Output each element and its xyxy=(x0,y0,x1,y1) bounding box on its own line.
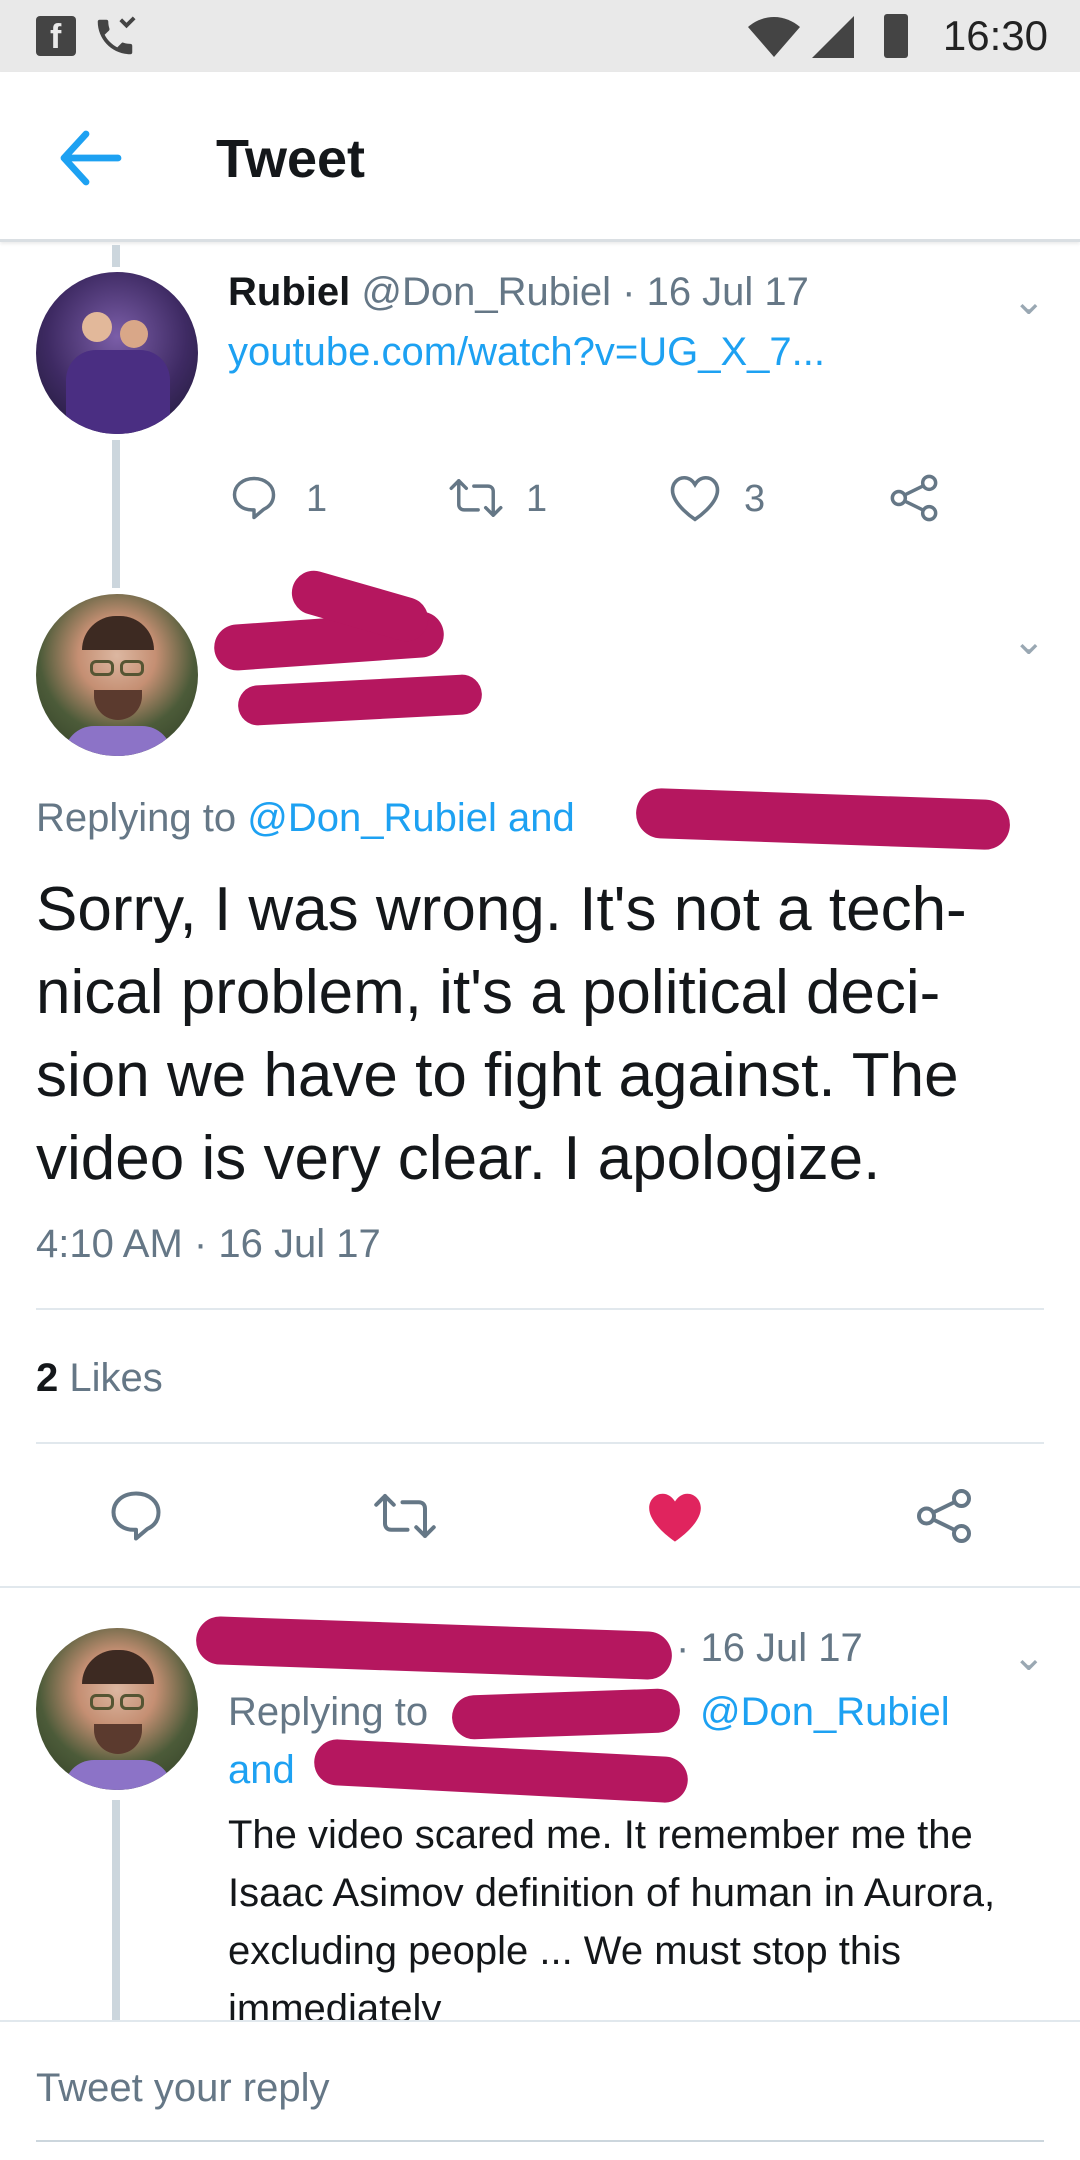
tweet-date: 16 Jul 17 xyxy=(700,1626,863,1670)
avatar[interactable] xyxy=(36,594,198,756)
divider xyxy=(36,1308,1044,1310)
status-time: 16:30 xyxy=(942,12,1048,59)
user-handle[interactable]: @Don_Rubiel xyxy=(361,270,611,314)
tweet-link[interactable]: youtube.com/watch?v=UG_X_7... xyxy=(228,330,825,375)
likes-label: Likes xyxy=(69,1356,163,1400)
separator-dot: · xyxy=(622,270,636,314)
heart-icon[interactable] xyxy=(668,472,722,524)
section-divider xyxy=(0,1586,1080,1588)
retweet-icon[interactable] xyxy=(448,472,504,524)
signal-icon xyxy=(812,16,854,58)
tweet-header: Rubiel @Don_Rubiel · 16 Jul 17 xyxy=(228,270,809,315)
status-bar: f 16:30 xyxy=(0,0,1080,72)
share-icon[interactable] xyxy=(914,1486,974,1546)
reply-input-underline xyxy=(36,2140,1044,2142)
avatar[interactable] xyxy=(36,1628,198,1790)
likes-count: 2 xyxy=(36,1356,59,1400)
replying-to-label: Replying to xyxy=(36,796,237,840)
avatar[interactable] xyxy=(36,272,198,434)
reply-input[interactable]: Tweet your reply xyxy=(36,2066,329,2111)
thread-line-parent xyxy=(112,440,120,588)
redacted-mention-2 xyxy=(313,1738,689,1804)
display-name[interactable]: Rubiel xyxy=(228,270,350,314)
tweet-date: 16 Jul 17 xyxy=(646,270,809,314)
app-bar: Tweet xyxy=(0,72,1080,242)
chevron-down-icon[interactable]: ⌄ xyxy=(1012,1634,1046,1680)
separator-dot: · xyxy=(193,1222,208,1266)
replying-to-and[interactable]: and xyxy=(508,796,575,840)
tweet-text: Sorry, I was wrong. It's not a tech-nica… xyxy=(36,875,967,1193)
facebook-notification-icon: f xyxy=(36,16,76,56)
tweet-date: 16 Jul 17 xyxy=(218,1222,381,1266)
wifi-icon xyxy=(748,17,800,57)
replying-to-user[interactable]: @Don_Rubiel xyxy=(247,796,497,840)
tweet-timestamp: 4:10 AM · 16 Jul 17 xyxy=(36,1222,381,1267)
retweet-count: 1 xyxy=(526,478,548,520)
reply-date-line: · 16 Jul 17 xyxy=(676,1626,863,1671)
redacted-mention xyxy=(635,787,1011,851)
divider xyxy=(36,1442,1044,1444)
replying-to-line: Replying to @Don_Rubiel and xyxy=(36,796,575,841)
battery-icon xyxy=(884,14,908,58)
retweet-icon[interactable] xyxy=(372,1486,438,1546)
redacted-name-handle xyxy=(195,1615,673,1681)
redacted-handle xyxy=(237,673,483,727)
reply-icon[interactable] xyxy=(106,1486,166,1546)
liked-heart-fill xyxy=(649,1493,701,1542)
page-title: Tweet xyxy=(216,129,366,189)
replying-to-line: Replying to xyxy=(228,1690,428,1735)
reply-text: The video scared me. It remember me the … xyxy=(228,1813,996,2020)
reply-text-clip: The video scared me. It remember me the … xyxy=(228,1806,1058,2020)
thread-line-top xyxy=(112,245,120,267)
likes-summary[interactable]: 2 Likes xyxy=(36,1356,163,1401)
like-count: 3 xyxy=(744,478,766,520)
reply-icon[interactable] xyxy=(228,472,280,524)
replying-to-and[interactable]: and xyxy=(228,1748,295,1793)
missed-call-icon xyxy=(97,16,136,55)
replying-to-label: Replying to xyxy=(228,1690,429,1734)
back-arrow-icon[interactable] xyxy=(58,130,122,186)
redacted-mention xyxy=(451,1688,681,1740)
share-icon[interactable] xyxy=(888,472,940,524)
replying-to-user[interactable]: @Don_Rubiel xyxy=(700,1690,950,1735)
tweet-time: 4:10 AM xyxy=(36,1222,183,1266)
chevron-down-icon[interactable]: ⌄ xyxy=(1012,278,1046,324)
chevron-down-icon[interactable]: ⌄ xyxy=(1012,618,1046,664)
thread-line-reply xyxy=(112,1800,120,2020)
reply-count: 1 xyxy=(306,478,328,520)
separator-dot: · xyxy=(676,1626,690,1670)
liked-heart-icon[interactable] xyxy=(644,1488,706,1546)
